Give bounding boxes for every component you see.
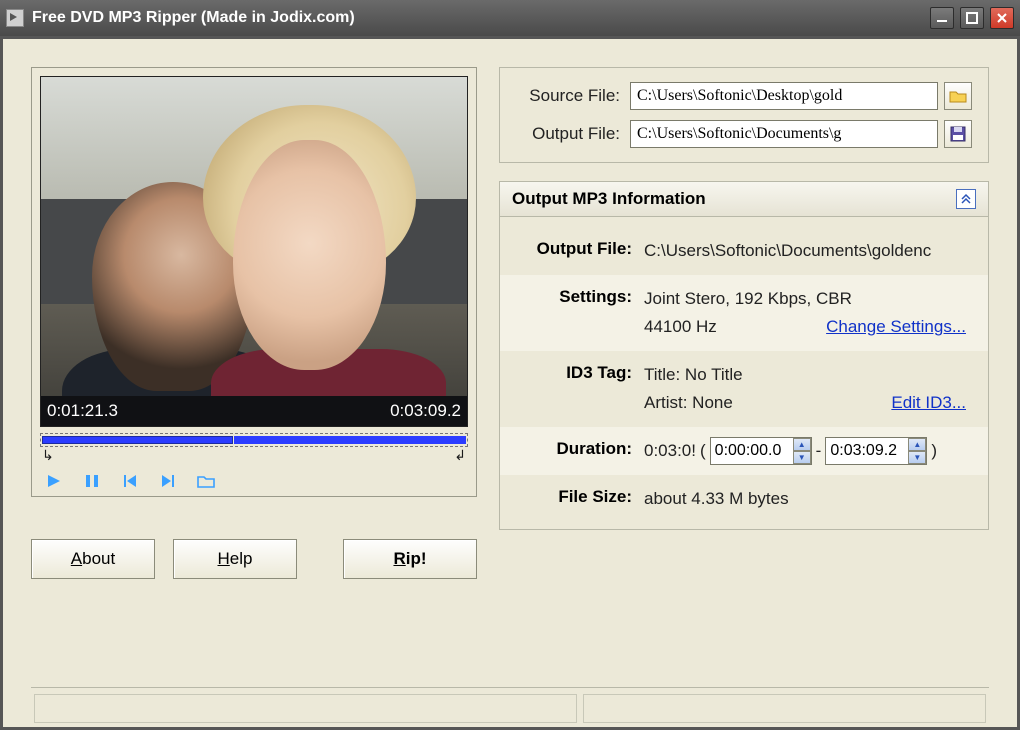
status-cell-right: [583, 694, 986, 723]
range-start-handle-icon[interactable]: ↳: [42, 447, 54, 464]
folder-icon: [949, 89, 967, 103]
file-paths-group: Source File: Output File:: [499, 67, 989, 163]
collapse-toggle[interactable]: [956, 189, 976, 209]
app-icon: [6, 9, 24, 27]
open-button[interactable]: [196, 472, 216, 490]
info-id3-line1: Title: No Title: [644, 361, 974, 389]
play-button[interactable]: [44, 472, 64, 490]
info-settings-line2: 44100 Hz: [644, 313, 717, 341]
panel-body: Output File: C:\Users\Softonic\Documents…: [499, 217, 989, 530]
duration-to-up[interactable]: ▲: [908, 438, 926, 451]
current-time: 0:01:21.3: [47, 401, 118, 421]
skip-forward-icon: [160, 473, 176, 489]
range-end-handle-icon[interactable]: ↲: [454, 447, 466, 464]
about-button[interactable]: About: [31, 539, 155, 579]
playback-controls: [40, 464, 468, 492]
pause-button[interactable]: [82, 472, 102, 490]
video-preview[interactable]: 0:01:21.3 0:03:09.2: [40, 76, 468, 427]
change-settings-link[interactable]: Change Settings...: [826, 313, 966, 341]
duration-from-spinner[interactable]: ▲ ▼: [710, 437, 812, 465]
status-cell-left: [34, 694, 577, 723]
seek-remaining: [234, 436, 466, 444]
total-time: 0:03:09.2: [390, 401, 461, 421]
minimize-button[interactable]: [930, 7, 954, 29]
preview-pane: 0:01:21.3 0:03:09.2 ↳ ↲: [31, 67, 477, 497]
output-file-input[interactable]: [630, 120, 938, 148]
close-button[interactable]: [990, 7, 1014, 29]
info-filesize-value: about 4.33 M bytes: [644, 485, 974, 513]
rip-button[interactable]: Rip!: [343, 539, 477, 579]
info-output-file-value: C:\Users\Softonic\Documents\goldenc: [644, 237, 974, 265]
chevron-up-double-icon: [960, 193, 972, 205]
action-buttons: About Help Rip!: [31, 539, 477, 579]
left-column: 0:01:21.3 0:03:09.2 ↳ ↲: [31, 67, 477, 627]
info-settings-label: Settings:: [514, 285, 632, 309]
status-bar: [31, 687, 989, 727]
maximize-button[interactable]: [960, 7, 984, 29]
help-button[interactable]: Help: [173, 539, 297, 579]
duration-open-paren: (: [700, 437, 706, 465]
save-output-button[interactable]: [944, 120, 972, 148]
panel-title: Output MP3 Information: [512, 189, 706, 209]
duration-close-paren: ): [931, 437, 937, 465]
title-bar: Free DVD MP3 Ripper (Made in Jodix.com): [0, 0, 1020, 36]
info-id3-label: ID3 Tag:: [514, 361, 632, 385]
info-duration-total: 0:03:0!: [644, 437, 696, 465]
duration-to-down[interactable]: ▼: [908, 451, 926, 464]
source-file-input[interactable]: [630, 82, 938, 110]
info-settings-line1: Joint Stero, 192 Kbps, CBR: [644, 285, 974, 313]
source-file-label: Source File:: [516, 86, 620, 106]
duration-dash: -: [816, 437, 822, 465]
folder-open-icon: [197, 473, 215, 489]
seek-progress: [42, 436, 233, 444]
next-button[interactable]: [158, 472, 178, 490]
output-file-label: Output File:: [516, 124, 620, 144]
duration-from-up[interactable]: ▲: [793, 438, 811, 451]
save-icon: [950, 126, 966, 142]
pause-icon: [84, 473, 100, 489]
info-duration-label: Duration:: [514, 437, 632, 461]
app-window: Free DVD MP3 Ripper (Made in Jodix.com): [0, 0, 1020, 730]
output-info-panel: Output MP3 Information Output File: C:\U…: [499, 181, 989, 530]
play-icon: [46, 473, 62, 489]
duration-to-input[interactable]: [826, 438, 908, 464]
info-output-file-label: Output File:: [514, 237, 632, 261]
prev-button[interactable]: [120, 472, 140, 490]
skip-back-icon: [122, 473, 138, 489]
close-icon: [996, 12, 1008, 24]
info-id3-line2: Artist: None: [644, 389, 733, 417]
browse-source-button[interactable]: [944, 82, 972, 110]
client-area: 0:01:21.3 0:03:09.2 ↳ ↲: [0, 36, 1020, 730]
info-filesize-label: File Size:: [514, 485, 632, 509]
minimize-icon: [936, 12, 948, 24]
duration-from-down[interactable]: ▼: [793, 451, 811, 464]
panel-header: Output MP3 Information: [499, 181, 989, 217]
right-column: Source File: Output File:: [499, 67, 989, 627]
duration-from-input[interactable]: [711, 438, 793, 464]
range-handles: ↳ ↲: [40, 447, 468, 464]
duration-to-spinner[interactable]: ▲ ▼: [825, 437, 927, 465]
edit-id3-link[interactable]: Edit ID3...: [891, 389, 966, 417]
seek-bar[interactable]: [40, 433, 468, 447]
time-overlay: 0:01:21.3 0:03:09.2: [41, 396, 467, 426]
maximize-icon: [966, 12, 978, 24]
window-title: Free DVD MP3 Ripper (Made in Jodix.com): [32, 9, 355, 27]
